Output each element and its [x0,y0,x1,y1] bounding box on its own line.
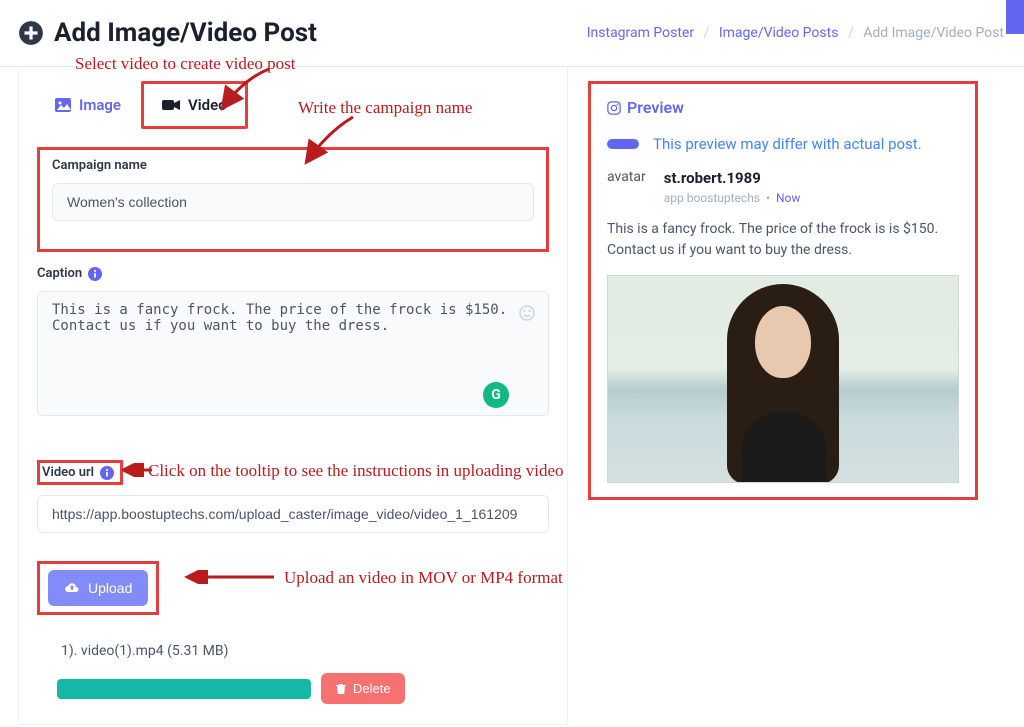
instagram-icon [607,101,621,115]
preview-user-row: avatar st.robert.1989 app boostuptechs •… [607,169,959,205]
upload-progress-bar [57,679,311,699]
breadcrumb-link-posts[interactable]: Image/Video Posts [719,25,839,41]
preview-panel: Preview This preview may differ with act… [588,81,978,500]
video-icon [162,99,180,111]
video-url-label: Video url [42,465,94,480]
breadcrumb-current: Add Image/Video Post [863,25,1004,41]
delete-button-label: Delete [353,681,391,696]
grammarly-badge[interactable]: G [483,382,509,408]
caption-label: Caption [37,266,549,281]
notice-pill [607,139,639,149]
preview-notice-text: This preview may differ with actual post… [653,135,922,153]
info-icon[interactable] [88,267,102,281]
page-header: Add Image/Video Post Instagram Poster / … [0,0,1024,67]
video-url-highlight: Video url [37,460,123,485]
plus-circle-icon [18,20,44,46]
info-icon[interactable] [100,466,114,480]
tab-image[interactable]: Image [37,81,139,129]
tab-image-label: Image [79,96,121,114]
page-title-text: Add Image/Video Post [54,18,317,48]
upload-highlight-box: Upload [37,561,159,615]
campaign-name-label: Campaign name [52,158,534,173]
tab-video-label: Video [188,96,227,114]
preview-username: st.robert.1989 [664,169,801,187]
breadcrumb-link-poster[interactable]: Instagram Poster [587,25,694,41]
top-accent-strip [1006,0,1024,34]
upload-button[interactable]: Upload [48,570,148,606]
preview-title: Preview [607,98,959,117]
preview-now-link[interactable]: Now [776,191,800,205]
preview-notice-row: This preview may differ with actual post… [607,135,959,153]
cloud-upload-icon [64,580,80,596]
caption-textarea[interactable] [37,291,549,416]
image-icon [55,98,71,112]
preview-caption: This is a fancy frock. The price of the … [607,219,959,261]
preview-app-line: app boostuptechs • Now [664,191,801,205]
delete-button[interactable]: Delete [321,673,405,704]
tab-video[interactable]: Video [141,81,248,129]
uploaded-file-line: 1). video(1).mp4 (5.31 MB) [37,643,549,659]
video-url-input[interactable] [37,495,549,533]
avatar: avatar [607,169,646,205]
campaign-highlight-box: Campaign name [37,147,549,252]
preview-image [607,275,959,483]
upload-button-label: Upload [88,580,132,596]
page-title: Add Image/Video Post [18,18,317,48]
trash-icon [335,683,347,695]
emoji-icon[interactable] [519,305,535,321]
campaign-name-input[interactable] [52,183,534,221]
form-panel: Image Video Campaign name Caption [18,67,568,725]
breadcrumb: Instagram Poster / Image/Video Posts / A… [587,25,1004,41]
post-type-tabs: Image Video [37,81,549,129]
